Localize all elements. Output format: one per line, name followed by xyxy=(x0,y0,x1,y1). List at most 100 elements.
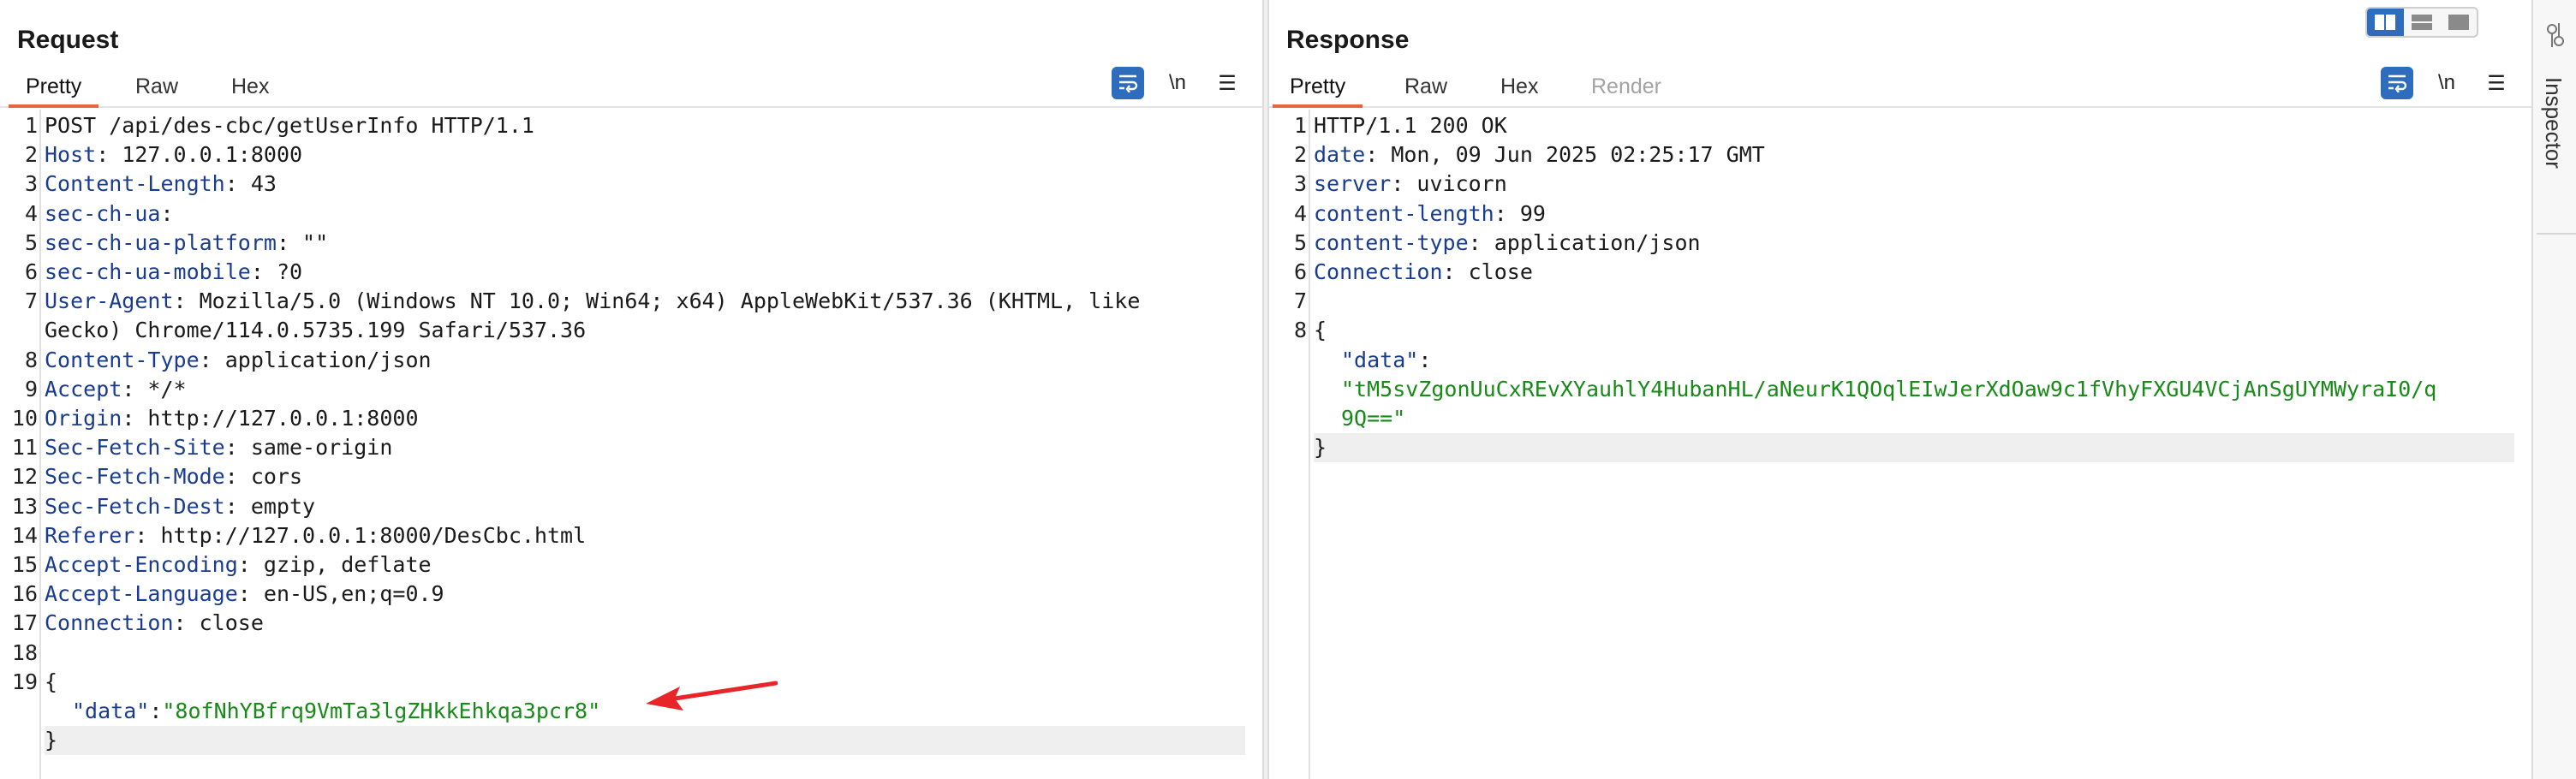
plain-line: Gecko) Chrome/114.0.5735.199 Safari/537.… xyxy=(45,318,587,343)
header-line: Content-Length: 43 xyxy=(45,171,277,197)
header-value: close xyxy=(1468,259,1533,284)
header-name: content-type xyxy=(1314,229,1469,255)
word-wrap-icon[interactable] xyxy=(2381,67,2413,99)
header-line: Accept-Language: en-US,en;q=0.9 xyxy=(45,581,444,607)
response-code[interactable]: 1 HTTP/1.1 200 OK 2 date: Mon, 09 Jun 2025 … xyxy=(1294,110,2514,779)
menu-icon[interactable]: ☰ xyxy=(1211,67,1243,99)
header-line: Connection: close xyxy=(1314,259,1533,284)
header-line: server: uvicorn xyxy=(1314,171,1507,197)
code-line: 1 HTTP/1.1 200 OK xyxy=(1294,111,2514,140)
tab-response-raw[interactable]: Raw xyxy=(1387,72,1464,108)
header-line: Accept-Encoding: gzip, deflate xyxy=(45,552,432,577)
header-value: 43 xyxy=(250,171,277,197)
line-number: 8 xyxy=(24,347,38,372)
code-line: 12 Sec-Fetch-Mode: cors xyxy=(12,462,1245,491)
line-number xyxy=(0,316,38,345)
inspector-sidebar: Inspector xyxy=(2531,0,2576,779)
code-line: 7 xyxy=(1294,287,2514,316)
response-pane: Response Pretty Raw Hex Render \n ☰ 1 HTT… xyxy=(1269,0,2531,779)
tab-response-hex[interactable]: Hex xyxy=(1483,72,1555,108)
header-line: sec-ch-ua-platform: "" xyxy=(45,229,329,255)
code-line: 6 Connection: close xyxy=(1294,258,2514,287)
header-name: Content-Type xyxy=(45,347,200,372)
code-line: 18 xyxy=(12,639,1245,668)
header-value: application/json xyxy=(1494,229,1701,255)
header-name: sec-ch-ua-mobile xyxy=(45,259,251,284)
code-line: } xyxy=(1314,433,2514,463)
code-line: Gecko) Chrome/114.0.5735.199 Safari/537.… xyxy=(45,316,1245,345)
tab-request-hex[interactable]: Hex xyxy=(214,72,286,108)
header-line: Connection: close xyxy=(45,610,264,636)
line-number: 4 xyxy=(24,200,38,226)
line-number: 18 xyxy=(11,639,38,665)
json-line: "data":"8ofNhYBfrq9VmTa3lgZHkkEhkqa3pcr8… xyxy=(72,697,600,726)
line-number: 2 xyxy=(24,142,38,168)
header-name: Host xyxy=(45,142,97,168)
line-number: 7 xyxy=(24,288,38,314)
header-value: */* xyxy=(147,376,187,401)
plain-line: POST /api/des-cbc/getUserInfo HTTP/1.1 xyxy=(45,113,534,138)
header-value: uvicorn xyxy=(1416,171,1507,197)
line-number xyxy=(1269,375,1307,404)
json-line: 9Q==" xyxy=(1341,404,1405,433)
show-newlines-button[interactable]: \n xyxy=(1161,67,1194,99)
header-name: Accept xyxy=(45,376,122,401)
code-line: 3 Content-Length: 43 xyxy=(25,169,1245,199)
code-line: "data": xyxy=(1314,346,2514,375)
header-name: date xyxy=(1314,142,1366,168)
line-number: 6 xyxy=(1293,259,1307,284)
inspector-settings-icon[interactable] xyxy=(2545,22,2566,48)
header-line: Sec-Fetch-Mode: cors xyxy=(45,464,303,490)
header-name: Accept-Encoding xyxy=(45,552,238,577)
split-divider[interactable] xyxy=(1262,0,1269,779)
inspector-tab[interactable]: Inspector xyxy=(2540,77,2567,169)
split-vertical-icon[interactable] xyxy=(2404,9,2441,36)
header-value: application/json xyxy=(224,347,432,372)
menu-icon[interactable]: ☰ xyxy=(2480,67,2513,99)
line-number xyxy=(1269,404,1307,433)
code-line: 9Q==" xyxy=(1314,404,2514,433)
code-line: 6 sec-ch-ua-mobile: ?0 xyxy=(25,258,1245,287)
response-title: Response xyxy=(1286,26,1410,54)
header-value: en-US,en;q=0.9 xyxy=(263,581,444,607)
json-key: "data" xyxy=(1341,347,1419,372)
word-wrap-icon[interactable] xyxy=(1112,67,1144,99)
header-value: close xyxy=(199,610,264,636)
request-toolbar: \n ☰ xyxy=(1112,67,1257,101)
header-name: Accept-Language xyxy=(45,581,238,607)
tabbed-layout-icon[interactable] xyxy=(2440,9,2477,36)
tab-response-pretty[interactable]: Pretty xyxy=(1273,72,1363,108)
header-line: Sec-Fetch-Site: same-origin xyxy=(45,435,393,461)
code-line: 5 content-type: application/json xyxy=(1294,229,2514,258)
header-name: content-length xyxy=(1314,200,1494,226)
show-newlines-button[interactable]: \n xyxy=(2430,67,2463,99)
header-value: "" xyxy=(302,229,329,255)
line-number xyxy=(0,726,38,755)
tab-response-render[interactable]: Render xyxy=(1574,72,1679,108)
json-separator: : xyxy=(1418,347,1432,372)
line-number: 16 xyxy=(11,581,38,607)
header-line: sec-ch-ua-mobile: ?0 xyxy=(45,259,303,284)
code-line: 4 sec-ch-ua: xyxy=(25,199,1245,229)
line-number: 15 xyxy=(11,552,38,577)
header-value: gzip, deflate xyxy=(263,552,432,577)
code-line: 14 Referer: http://127.0.0.1:8000/DesCbc.… xyxy=(12,521,1245,550)
split-horizontal-icon[interactable] xyxy=(2367,9,2404,36)
tab-request-pretty[interactable]: Pretty xyxy=(9,72,99,108)
header-value: Mon, 09 Jun 2025 02:25:17 GMT xyxy=(1391,142,1765,168)
line-number: 17 xyxy=(11,610,38,636)
code-line: 17 Connection: close xyxy=(12,609,1245,638)
tab-request-raw[interactable]: Raw xyxy=(118,72,195,108)
code-line: "tM5svZgonUuCxREvXYauhlY4HubanHL/aNeurK1… xyxy=(1314,375,2514,404)
header-line: Referer: http://127.0.0.1:8000/DesCbc.ht… xyxy=(45,522,587,548)
request-editor[interactable]: 1 POST /api/des-cbc/getUserInfo HTTP/1.1 2… xyxy=(0,110,1262,779)
header-line: Content-Type: application/json xyxy=(45,347,432,372)
header-name: Content-Length xyxy=(45,171,225,197)
header-name: sec-ch-ua-platform xyxy=(45,229,277,255)
code-line: 7 User-Agent: Mozilla/5.0 (Windows NT 10.… xyxy=(25,287,1245,316)
line-number: 5 xyxy=(1293,229,1307,255)
line-number: 12 xyxy=(11,464,38,490)
code-line: 15 Accept-Encoding: gzip, deflate xyxy=(12,550,1245,580)
header-name: sec-ch-ua xyxy=(45,200,161,226)
response-editor[interactable]: 1 HTTP/1.1 200 OK 2 date: Mon, 09 Jun 2025 … xyxy=(1269,110,2531,779)
